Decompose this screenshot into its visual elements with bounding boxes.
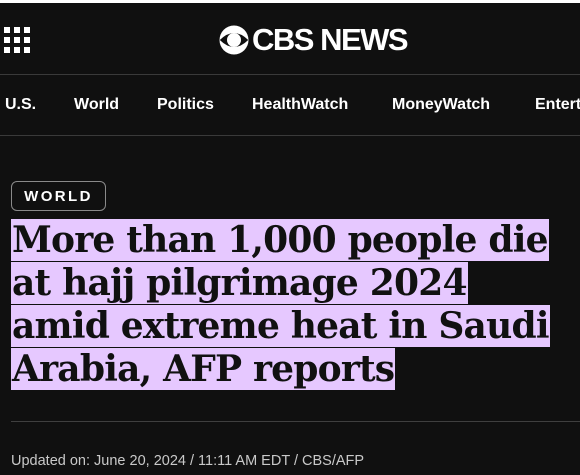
nav-divider xyxy=(0,135,580,136)
headline-text: More than 1,000 people die at hajj pilgr… xyxy=(11,219,550,390)
nav-item-healthwatch[interactable]: HealthWatch xyxy=(252,95,348,115)
nav-item-politics[interactable]: Politics xyxy=(157,95,214,115)
article-headline: More than 1,000 people die at hajj pilgr… xyxy=(11,219,571,391)
grid-menu-icon[interactable] xyxy=(4,27,30,53)
cbs-eye-icon xyxy=(219,25,249,55)
section-badge-label: WORLD xyxy=(24,187,93,205)
nav-item-world[interactable]: World xyxy=(74,95,119,115)
site-header: CBS NEWS xyxy=(0,3,580,74)
logo-text: CBS NEWS xyxy=(252,22,409,57)
nav-item-entertainment[interactable]: Entert xyxy=(535,95,580,115)
section-nav: U.S. World Politics HealthWatch MoneyWat… xyxy=(0,75,580,135)
updated-timestamp: Updated on: June 20, 2024 / 11:11 AM EDT… xyxy=(11,453,365,469)
cbs-news-logo[interactable]: CBS NEWS xyxy=(219,22,409,57)
nav-item-moneywatch[interactable]: MoneyWatch xyxy=(392,95,490,115)
nav-item-us[interactable]: U.S. xyxy=(5,95,36,115)
headline-divider xyxy=(11,421,580,422)
section-badge[interactable]: WORLD xyxy=(11,181,106,211)
